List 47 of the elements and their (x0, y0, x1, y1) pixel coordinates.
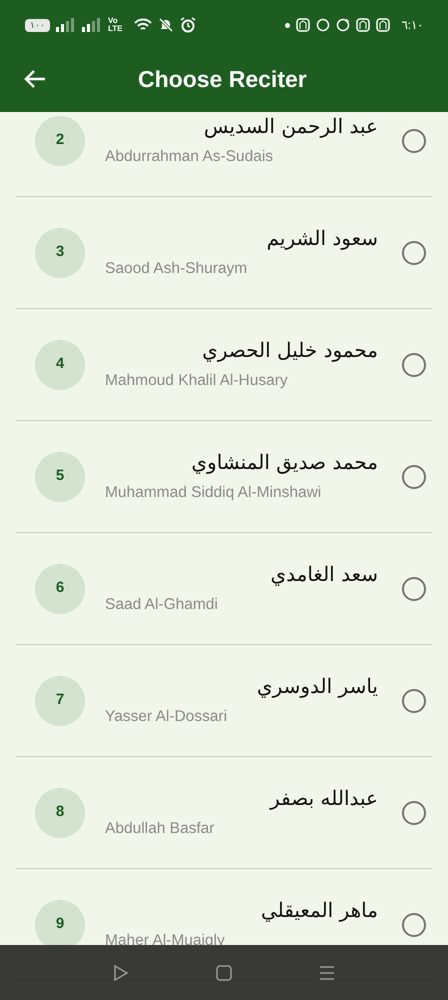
reciter-name: Saood Ash-Shuraym (105, 259, 248, 280)
radio-button[interactable] (402, 912, 426, 936)
home-nav-icon[interactable] (216, 964, 232, 980)
number-badge: 4 (35, 340, 85, 390)
arabic-name: محمود خليل الحصري (201, 337, 378, 364)
number-badge: 8 (35, 788, 85, 838)
number-badge: 3 (35, 228, 85, 278)
reciter-name: Saad Al-Ghamdi (105, 595, 219, 616)
number-badge: 7 (35, 676, 85, 726)
signal-icon (82, 18, 102, 32)
arabic-name: ياسر الدوسري (256, 673, 378, 700)
number-badge: 2 (35, 116, 85, 166)
reciter-name: Abdullah Basfar (105, 819, 216, 840)
app-icon (356, 18, 370, 32)
muted-bell-icon (158, 17, 174, 33)
number-badge: 6 (35, 564, 85, 614)
number-badge: 5 (35, 452, 85, 502)
signal-icon (56, 18, 76, 32)
reciter-name: Muhammad Siddiq Al-Minshawi (105, 483, 322, 504)
back-arrow-icon[interactable] (24, 69, 46, 89)
clock-time: ٦:١٠ (402, 17, 423, 34)
app-icon (296, 18, 310, 32)
app-icon (376, 18, 390, 32)
reciter-name: Mahmoud Khalil Al-Husary (105, 371, 289, 392)
reciter-name: Abdurrahman As-Sudais (105, 147, 274, 168)
menu-icon[interactable] (318, 964, 335, 980)
radio-button[interactable] (402, 688, 426, 712)
reciter-name: Yasser Al-Dossari (105, 707, 228, 728)
battery-indicator: ١٠٠ (25, 18, 50, 32)
radio-button[interactable] (402, 576, 426, 600)
arabic-name: عبد الرحمن السديس (202, 113, 378, 140)
radio-button[interactable] (402, 240, 426, 264)
radio-button[interactable] (402, 352, 426, 376)
arabic-name: سعود الشريم (266, 225, 378, 252)
radio-button[interactable] (402, 128, 426, 152)
wifi-icon (134, 18, 152, 32)
alarm-icon (180, 17, 196, 33)
arabic-name: عبدالله بصفر (268, 785, 378, 812)
network-label: Vo LTE (108, 17, 124, 33)
radio-button[interactable] (402, 464, 426, 488)
back-nav-icon[interactable] (113, 964, 130, 982)
radio-button[interactable] (402, 800, 426, 824)
arabic-name: محمد صديق المنشاوي (190, 449, 378, 476)
arabic-name: ماهر المعيقلي (260, 897, 378, 924)
app-bar-title: Choose Reciter (138, 64, 307, 94)
arabic-name: سعد الغامدي (269, 561, 378, 588)
dot-icon (284, 22, 290, 28)
